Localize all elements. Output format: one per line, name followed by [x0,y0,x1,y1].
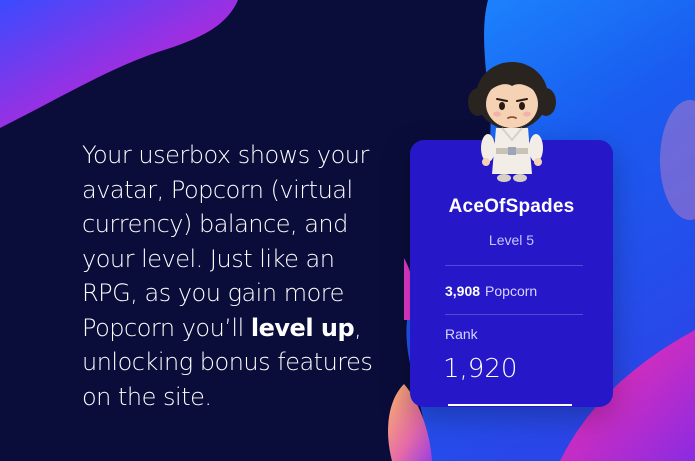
username[interactable]: AceOfSpades [410,196,613,218]
avatar-icon[interactable] [462,54,562,186]
divider [445,265,583,266]
divider [445,314,583,315]
rank-value: 1,920 [443,354,518,384]
popcorn-label: Popcorn [485,283,538,299]
popcorn-balance: 3,908 Popcorn [445,283,537,299]
intro-text: Your userbox shows your avatar, Popcorn … [82,138,382,414]
progress-bar [448,404,572,406]
popcorn-amount: 3,908 [445,283,481,299]
intro-text-before: Your userbox shows your avatar, Popcorn … [82,141,369,342]
rank-label: Rank [445,326,478,342]
intro-text-bold: level up [250,313,355,342]
user-level: Level 5 [488,232,535,248]
